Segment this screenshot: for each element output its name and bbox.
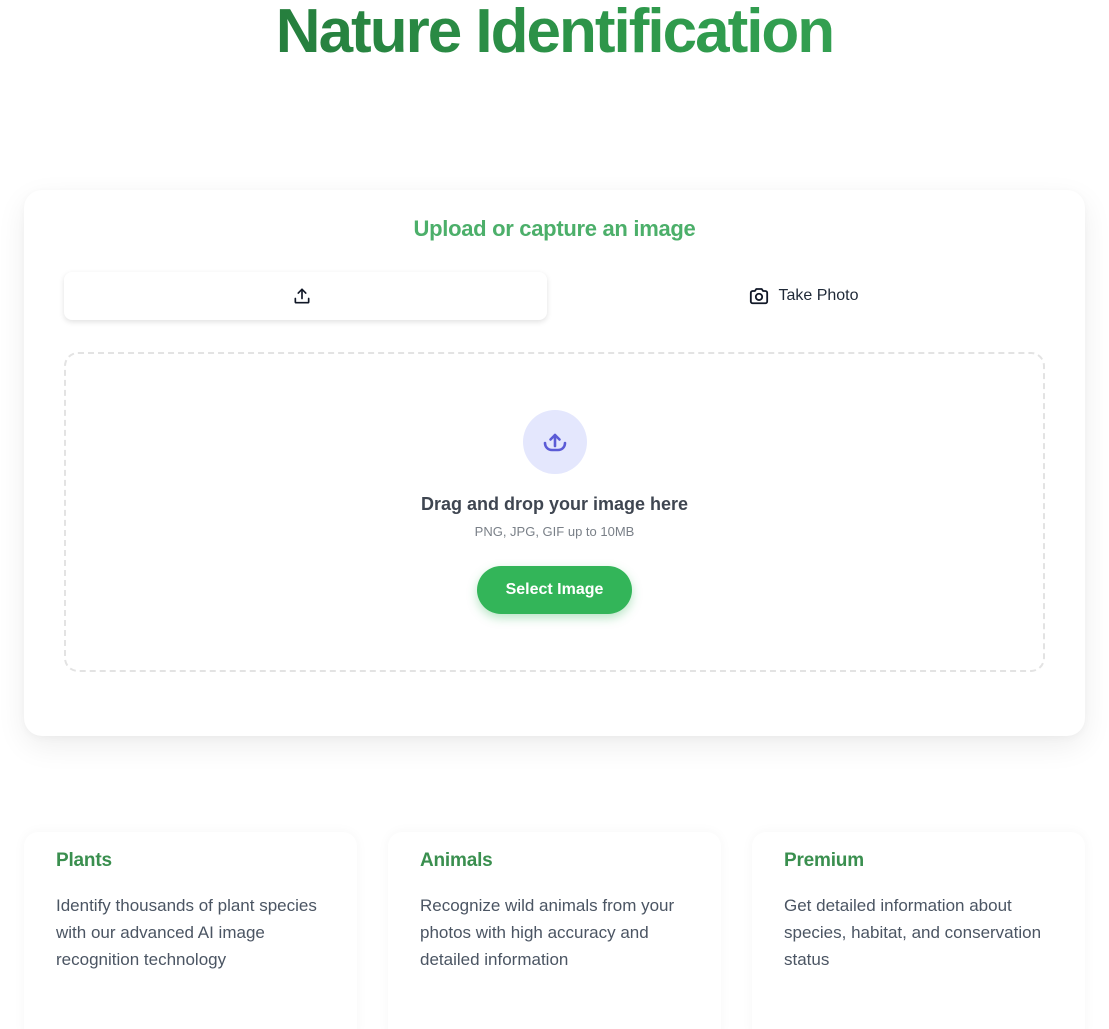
- tab-upload[interactable]: [64, 272, 547, 320]
- tab-take-photo[interactable]: Take Photo: [562, 272, 1045, 320]
- feature-card-plants: Plants Identify thousands of plant speci…: [24, 832, 357, 1029]
- select-image-button[interactable]: Select Image: [477, 566, 632, 614]
- camera-icon: [748, 286, 770, 306]
- feature-text: Get detailed information about species, …: [784, 896, 1042, 969]
- cloud-upload-icon: [523, 410, 587, 474]
- upload-icon: [292, 286, 312, 306]
- feature-title: Premium: [784, 850, 864, 871]
- feature-title: Plants: [56, 850, 112, 871]
- page-title: Nature Identification: [0, 0, 1109, 72]
- dropzone-hint: PNG, JPG, GIF up to 10MB: [474, 524, 635, 539]
- image-dropzone[interactable]: Drag and drop your image here PNG, JPG, …: [64, 352, 1045, 672]
- tab-take-photo-label: Take Photo: [778, 287, 859, 304]
- upload-card: Upload or capture an image Take Photo Dr…: [24, 190, 1085, 736]
- upload-card-title: Upload or capture an image: [413, 216, 696, 241]
- feature-text: Recognize wild animals from your photos …: [420, 896, 675, 969]
- feature-card-animals: Animals Recognize wild animals from your…: [388, 832, 721, 1029]
- feature-text: Identify thousands of plant species with…: [56, 896, 317, 969]
- feature-card-premium: Premium Get detailed information about s…: [752, 832, 1085, 1029]
- dropzone-title: Drag and drop your image here: [420, 494, 689, 514]
- feature-title: Animals: [420, 850, 493, 871]
